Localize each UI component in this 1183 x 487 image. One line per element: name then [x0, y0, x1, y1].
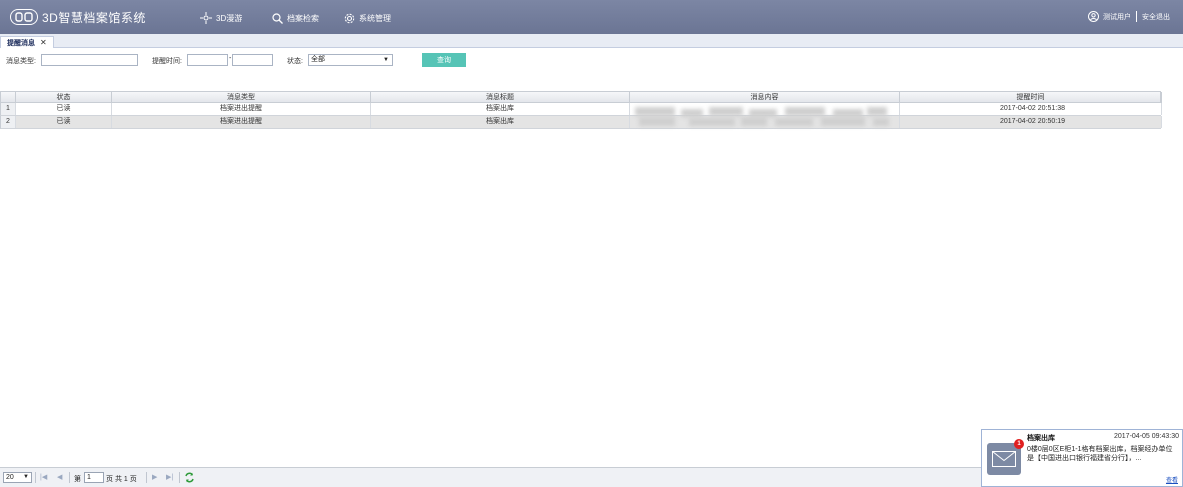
divider: [179, 472, 180, 483]
table-row[interactable]: 2 已读 档案进出提醒 档案出库 2017-04-02 20:50:19: [0, 116, 1162, 129]
cell-message-type: 档案进出提醒: [112, 116, 371, 128]
prev-page-icon[interactable]: ◀: [57, 473, 62, 481]
page-label: 第: [74, 476, 81, 483]
page-number-input[interactable]: 1: [84, 472, 104, 483]
top-bar: 3D智慧档案馆系统 3D漫游 档案检索 系统管理 测试用户 安全退出: [0, 0, 1183, 34]
page-size-select[interactable]: 20 ▼: [3, 472, 32, 483]
header-message-title[interactable]: 消息标题: [371, 92, 630, 103]
next-page-icon[interactable]: ▶: [152, 473, 157, 481]
notification-popup[interactable]: 1 档案出库 2017-04-05 09:43:30 0楼0层0区E柜1-1格有…: [981, 429, 1183, 487]
nav-system-settings-label: 系统管理: [359, 13, 391, 23]
first-page-icon[interactable]: |◀: [40, 473, 47, 481]
table-row[interactable]: 1 已读 档案进出提醒 档案出库 2017-04-02 20:51:38: [0, 103, 1162, 116]
last-page-icon[interactable]: ▶|: [166, 473, 173, 481]
row-number: 2: [1, 116, 16, 128]
status-select-value: 全部: [311, 56, 325, 63]
logout-link[interactable]: 安全退出: [1142, 12, 1170, 22]
message-type-label: 消息类型:: [6, 58, 36, 65]
gear-icon: [344, 13, 355, 23]
cell-status: 已读: [16, 103, 112, 115]
logo-icon: [10, 9, 38, 25]
status-label: 状态:: [287, 58, 303, 65]
tab-remind-messages[interactable]: 提醒消息 ✕: [0, 36, 54, 48]
row-number: 1: [1, 103, 16, 115]
cell-message-type: 档案进出提醒: [112, 103, 371, 115]
compass-icon: [200, 12, 212, 24]
cell-remind-time: 2017-04-02 20:50:19: [900, 116, 1162, 128]
dropdown-arrow-icon: ▼: [383, 57, 389, 63]
divider: [69, 472, 70, 483]
refresh-icon[interactable]: [184, 472, 195, 485]
tab-label: 提醒消息: [7, 39, 35, 47]
search-icon: [272, 12, 283, 24]
cell-message-title: 档案出库: [371, 116, 630, 128]
header-remind-time[interactable]: 提醒时间: [900, 92, 1162, 103]
cell-remind-time: 2017-04-02 20:51:38: [900, 103, 1162, 115]
notification-time: 2017-04-05 09:43:30: [1114, 433, 1179, 440]
notification-title: 档案出库: [1027, 435, 1055, 442]
time-range-separator: -: [229, 55, 232, 62]
nav-archive-search[interactable]: 档案检索: [272, 11, 319, 25]
status-select[interactable]: 全部 ▼: [308, 54, 393, 66]
page-size-value: 20: [6, 474, 14, 481]
remind-time-label: 提醒时间:: [152, 58, 182, 65]
notification-body: 0楼0层0区E柜1-1格有档案出库，档案经办单位是【中国进出口银行福建省分行】，…: [1027, 446, 1173, 462]
divider: [35, 472, 36, 483]
header-status[interactable]: 状态: [16, 92, 112, 103]
tab-strip: 提醒消息 ✕: [0, 34, 1183, 48]
cell-message-title: 档案出库: [371, 103, 630, 115]
nav-3d-roam-label: 3D漫游: [216, 13, 243, 23]
divider: [146, 472, 147, 483]
remind-time-from-input[interactable]: [187, 54, 228, 66]
redacted-content-blur: [629, 95, 899, 133]
cell-status: 已读: [16, 116, 112, 128]
query-button[interactable]: 查询: [422, 53, 466, 67]
grid-header: 状态 消息类型 消息标题 消息内容 提醒时间: [0, 91, 1162, 103]
message-grid: 状态 消息类型 消息标题 消息内容 提醒时间 1 已读 档案进出提醒 档案出库 …: [0, 91, 1183, 467]
nav-3d-roam[interactable]: 3D漫游: [200, 11, 242, 25]
app-logo[interactable]: 3D智慧档案馆系统: [10, 8, 146, 26]
notification-view-link[interactable]: 查看: [1166, 475, 1178, 484]
filter-bar: 消息类型: 提醒时间: - 状态: 全部 ▼ 查询: [0, 50, 1183, 70]
dropdown-arrow-icon: ▼: [23, 474, 29, 480]
remind-time-to-input[interactable]: [232, 54, 273, 66]
divider: [1136, 11, 1137, 22]
user-area: 测试用户 安全退出: [1088, 11, 1170, 22]
close-icon[interactable]: ✕: [40, 38, 47, 47]
message-type-input[interactable]: [41, 54, 138, 66]
app-title: 3D智慧档案馆系统: [42, 10, 146, 25]
nav-system-settings[interactable]: 系统管理: [344, 11, 391, 25]
page-total-text: 页 共 1 页: [106, 476, 137, 483]
unread-count-badge: 1: [1014, 439, 1024, 449]
header-message-type[interactable]: 消息类型: [112, 92, 371, 103]
header-rownum: [1, 92, 16, 103]
user-name[interactable]: 测试用户: [1103, 12, 1131, 22]
user-icon: [1088, 11, 1099, 22]
nav-archive-search-label: 档案检索: [287, 13, 319, 23]
